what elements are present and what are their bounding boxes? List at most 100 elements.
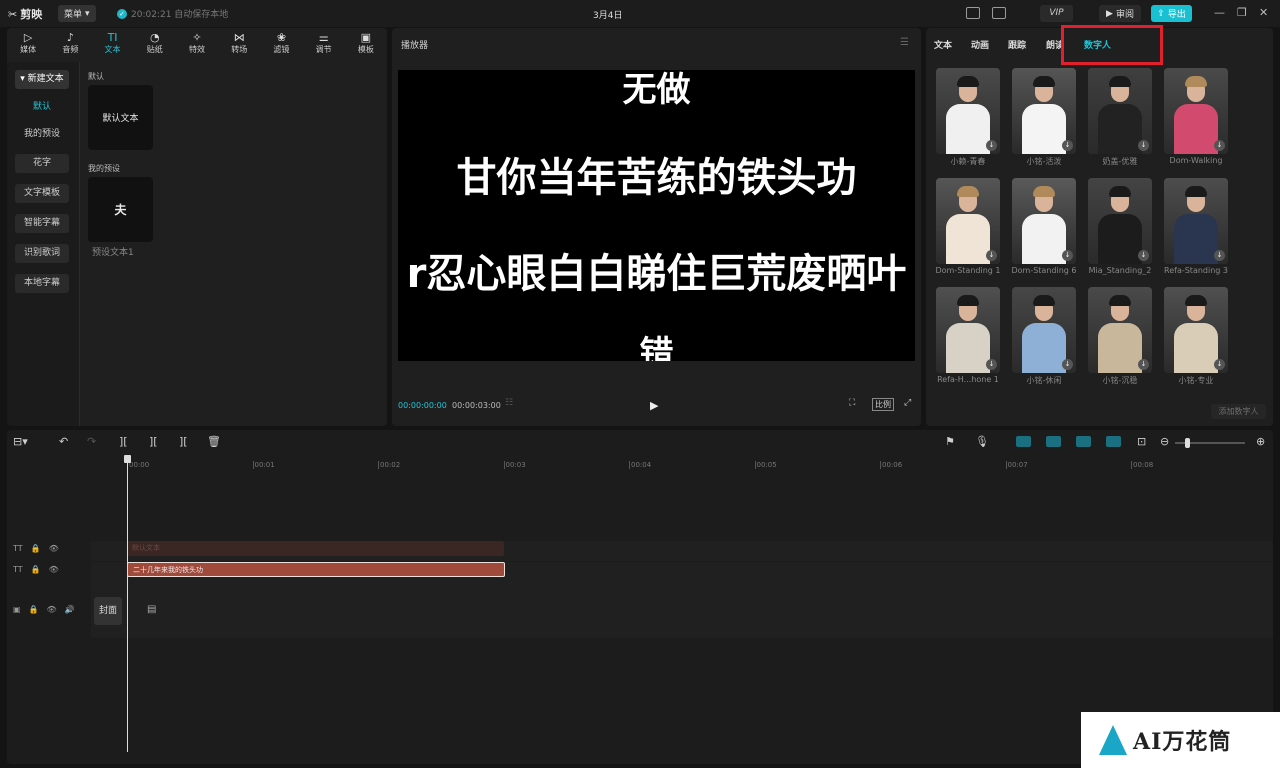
download-icon[interactable]: ↓ bbox=[986, 140, 997, 151]
download-icon[interactable]: ↓ bbox=[1138, 250, 1149, 261]
download-icon[interactable]: ↓ bbox=[1214, 250, 1225, 261]
sidebar-item-text-templates[interactable]: 文字模板 bbox=[15, 184, 69, 203]
timecode-format-icon[interactable]: ☷ bbox=[505, 398, 513, 408]
magic-icon[interactable]: ⚑ bbox=[945, 435, 955, 448]
download-icon[interactable]: ↓ bbox=[986, 250, 997, 261]
microphone-icon[interactable]: 🎙 bbox=[975, 435, 989, 448]
preview-axis-icon[interactable] bbox=[1106, 436, 1121, 447]
download-icon[interactable]: ↓ bbox=[1138, 359, 1149, 370]
tab-tracking[interactable]: 跟踪 bbox=[1008, 38, 1026, 51]
ruler-tick: 00:03 bbox=[503, 461, 526, 469]
sidebar-item-fancy-text[interactable]: 花字 bbox=[15, 154, 69, 173]
tab-filters[interactable]: ❀ 滤镜 bbox=[260, 28, 302, 61]
tab-templates[interactable]: ▣ 模板 bbox=[345, 28, 387, 61]
playhead-handle[interactable] bbox=[124, 455, 131, 463]
split-icon[interactable]: ][ bbox=[119, 435, 128, 448]
download-icon[interactable]: ↓ bbox=[1062, 250, 1073, 261]
ratio-button[interactable]: 比例 bbox=[872, 398, 894, 411]
subtitle-line: 错 bbox=[639, 334, 674, 361]
main-track-magnet-icon[interactable] bbox=[1016, 436, 1031, 447]
download-icon[interactable]: ↓ bbox=[1138, 140, 1149, 151]
digital-human-card[interactable]: ↓ bbox=[1088, 287, 1152, 373]
tab-label: 转场 bbox=[231, 45, 248, 54]
download-icon[interactable]: ↓ bbox=[986, 359, 997, 370]
zoom-fit-icon[interactable]: ⊡ bbox=[1137, 435, 1146, 448]
tab-adjust[interactable]: ⚌ 调节 bbox=[303, 28, 345, 61]
digital-human-card[interactable]: ↓ bbox=[1012, 287, 1076, 373]
sidebar-item-my-presets[interactable]: 我的预设 bbox=[15, 125, 69, 144]
lock-icon[interactable]: 🔒 bbox=[29, 605, 39, 614]
download-icon[interactable]: ↓ bbox=[1062, 140, 1073, 151]
digital-human-card[interactable]: ↓ bbox=[1164, 68, 1228, 154]
sidebar-item-default[interactable]: 默认 bbox=[15, 98, 69, 117]
download-icon[interactable]: ↓ bbox=[1214, 359, 1225, 370]
zoom-out-icon[interactable]: ⊖ bbox=[1160, 435, 1169, 448]
vip-badge[interactable]: VIP bbox=[1040, 5, 1073, 22]
trim-right-icon[interactable]: ][ bbox=[179, 435, 188, 448]
digital-human-card[interactable]: ↓ bbox=[1164, 287, 1228, 373]
digital-human-card[interactable]: ↓ bbox=[936, 68, 1000, 154]
avatar-body bbox=[1022, 214, 1066, 264]
digital-human-card[interactable]: ↓ bbox=[1088, 178, 1152, 264]
auto-snap-icon[interactable] bbox=[1046, 436, 1061, 447]
digital-human-card[interactable]: ↓ bbox=[1164, 178, 1228, 264]
tab-effects[interactable]: ✧ 特效 bbox=[176, 28, 218, 61]
tab-animation[interactable]: 动画 bbox=[971, 38, 989, 51]
zoom-in-icon[interactable]: ⊕ bbox=[1256, 435, 1265, 448]
expand-icon[interactable]: ⤢ bbox=[904, 398, 911, 408]
tab-text[interactable]: TI 文本 bbox=[91, 28, 133, 61]
eye-icon[interactable]: 👁 bbox=[49, 565, 59, 574]
digital-human-card[interactable]: ↓ bbox=[1012, 178, 1076, 264]
ghost-text-clip[interactable]: 默认文本 bbox=[127, 541, 504, 556]
volume-icon[interactable]: 🔊 bbox=[65, 605, 75, 614]
cover-button[interactable]: 封面 bbox=[94, 597, 122, 625]
digital-human-card[interactable]: ↓ bbox=[1088, 68, 1152, 154]
tab-label: 贴纸 bbox=[146, 45, 163, 54]
layout-icon[interactable] bbox=[992, 7, 1006, 19]
review-button[interactable]: ▶ 审阅 bbox=[1099, 5, 1141, 22]
select-tool-icon[interactable]: ⊟▾ bbox=[13, 435, 28, 448]
tab-transitions[interactable]: ⋈ 转场 bbox=[218, 28, 260, 61]
download-icon[interactable]: ↓ bbox=[1062, 359, 1073, 370]
lock-icon[interactable]: 🔒 bbox=[31, 565, 41, 574]
digital-human-card[interactable]: ↓ bbox=[936, 178, 1000, 264]
trim-left-icon[interactable]: ][ bbox=[149, 435, 158, 448]
tab-media[interactable]: ▷ 媒体 bbox=[7, 28, 49, 61]
sidebar-item-lyrics[interactable]: 识别歌词 bbox=[15, 244, 69, 263]
sidebar-item-new-text[interactable]: ▾ 新建文本 bbox=[15, 70, 69, 89]
close-icon[interactable]: ✕ bbox=[1259, 6, 1268, 19]
fullscreen-preview-icon[interactable]: ⛶ bbox=[849, 398, 855, 408]
avatar-body bbox=[1174, 323, 1218, 373]
sidebar-item-auto-captions[interactable]: 智能字幕 bbox=[15, 214, 69, 233]
menu-button[interactable]: 菜单 ▾ bbox=[58, 5, 96, 22]
play-icon[interactable]: ▶ bbox=[650, 399, 658, 412]
maximize-icon[interactable]: ❐ bbox=[1237, 6, 1247, 19]
digital-human-card[interactable]: ↓ bbox=[1012, 68, 1076, 154]
digital-human-card[interactable]: ↓ bbox=[936, 287, 1000, 373]
keyboard-icon[interactable] bbox=[966, 7, 980, 19]
tab-text[interactable]: 文本 bbox=[934, 38, 952, 51]
link-icon[interactable] bbox=[1076, 436, 1091, 447]
eye-icon[interactable]: 👁 bbox=[47, 605, 57, 614]
download-icon[interactable]: ↓ bbox=[1214, 140, 1225, 151]
menu-icon[interactable]: ☰ bbox=[900, 37, 909, 48]
zoom-slider-handle[interactable] bbox=[1185, 438, 1190, 448]
tab-stickers[interactable]: ◔ 贴纸 bbox=[134, 28, 176, 61]
delete-icon[interactable]: 🗑 bbox=[207, 435, 221, 448]
redo-icon[interactable]: ↷ bbox=[87, 435, 96, 448]
minimize-icon[interactable]: — bbox=[1214, 6, 1225, 19]
preset-text-card[interactable]: 夫 bbox=[88, 177, 153, 242]
tab-label: 文本 bbox=[104, 45, 121, 54]
playhead[interactable] bbox=[127, 456, 128, 752]
text-clip[interactable]: 二十几年来我的铁头功 bbox=[127, 562, 505, 577]
lock-icon[interactable]: 🔒 bbox=[31, 544, 41, 553]
eye-icon[interactable]: 👁 bbox=[49, 544, 59, 553]
add-digital-human-button[interactable]: 添加数字人 bbox=[1211, 404, 1266, 419]
tab-audio[interactable]: ♪ 音频 bbox=[49, 28, 91, 61]
preview-screen[interactable]: 无做 甘你当年苦练的铁头功 r忍心眼白白睇住巨荒废晒叶 错 bbox=[398, 70, 915, 361]
time-ruler[interactable]: 00:00 00:01 00:02 00:03 00:04 00:05 00:06 00:07… bbox=[127, 456, 1273, 470]
export-button[interactable]: ⇪ 导出 bbox=[1151, 5, 1192, 22]
sidebar-item-local-captions[interactable]: 本地字幕 bbox=[15, 274, 69, 293]
undo-icon[interactable]: ↶ bbox=[59, 435, 68, 448]
default-text-card[interactable]: 默认文本 bbox=[88, 85, 153, 150]
